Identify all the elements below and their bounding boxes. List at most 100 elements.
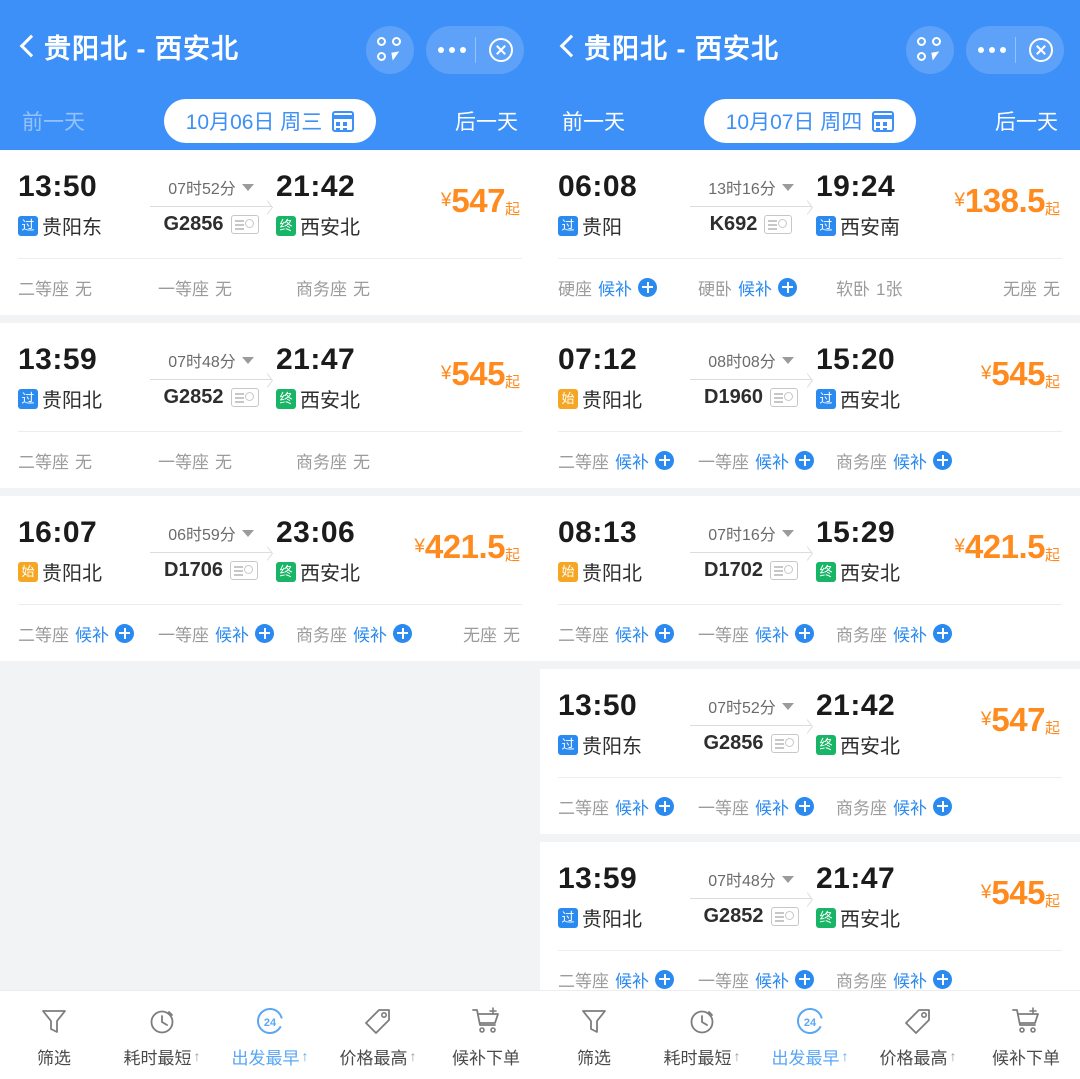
- duration[interactable]: 07时52分: [168, 175, 254, 199]
- add-waitlist-icon[interactable]: [655, 969, 674, 989]
- date-selector[interactable]: 10月07日 周四: [703, 99, 917, 143]
- close-icon[interactable]: [488, 38, 513, 62]
- seat-item[interactable]: 商务座 候补: [836, 967, 976, 992]
- seat-item[interactable]: 软卧 1张: [836, 275, 976, 300]
- add-waitlist-icon[interactable]: [795, 623, 814, 643]
- seat-item[interactable]: 二等座无: [18, 448, 158, 473]
- seat-item[interactable]: 一等座无: [158, 275, 296, 300]
- more-icon[interactable]: [977, 47, 1006, 53]
- date-selector[interactable]: 10月06日 周三: [163, 99, 377, 143]
- add-waitlist-icon[interactable]: [655, 450, 674, 470]
- add-waitlist-icon[interactable]: [795, 796, 814, 816]
- seat-class-label: 二等座: [18, 279, 69, 299]
- duration[interactable]: 07时48分: [168, 348, 254, 372]
- qr-scan-button[interactable]: [906, 26, 954, 74]
- toolbar-item-clock24[interactable]: 24 出发最早 ↑: [756, 1002, 864, 1069]
- price-block: ¥545起: [406, 343, 522, 390]
- toolbar-item-filter[interactable]: 筛选: [540, 1002, 648, 1069]
- seat-item[interactable]: 二等座 候补: [558, 448, 698, 473]
- seat-item[interactable]: 商务座 候补: [836, 448, 976, 473]
- add-waitlist-icon[interactable]: [933, 969, 952, 989]
- duration[interactable]: 08时08分: [708, 348, 794, 372]
- seat-item[interactable]: 无座无: [976, 275, 1062, 300]
- header-bar: 贵阳北 - 西安北 前一天 10月06日 周三 后一天: [0, 0, 540, 150]
- departure-badge: 过: [18, 215, 38, 236]
- seat-item[interactable]: 二等座 候补: [558, 794, 698, 819]
- add-waitlist-icon[interactable]: [255, 623, 274, 643]
- seat-item[interactable]: 商务座无: [296, 448, 436, 473]
- toolbar-item-filter[interactable]: 筛选: [0, 1002, 108, 1069]
- qr-scan-button[interactable]: [366, 26, 414, 74]
- duration[interactable]: 07时48分: [708, 867, 794, 891]
- add-waitlist-icon[interactable]: [638, 277, 657, 297]
- duration[interactable]: 13时16分: [708, 175, 794, 199]
- toolbar-item-label: 耗时最短 ↑: [124, 1044, 201, 1069]
- toolbar-item-price-tag[interactable]: 价格最高 ↑: [324, 1002, 432, 1069]
- add-waitlist-icon[interactable]: [115, 623, 134, 643]
- duration[interactable]: 06时59分: [168, 521, 254, 545]
- close-icon[interactable]: [1028, 38, 1053, 62]
- back-icon[interactable]: [554, 33, 580, 59]
- next-day-button[interactable]: 后一天: [995, 106, 1058, 136]
- seat-item[interactable]: 二等座无: [18, 275, 158, 300]
- train-card[interactable]: 07:12 始贵阳北 08时08分 D1960 15:20 过西安北 ¥545起 二等座 候补一…: [540, 323, 1080, 488]
- seat-item[interactable]: 二等座 候补: [18, 621, 158, 646]
- price-currency: ¥: [414, 536, 425, 557]
- arrival-badge: 终: [816, 734, 836, 755]
- seat-item[interactable]: 一等座 候补: [698, 967, 836, 992]
- seat-item[interactable]: 无座无: [436, 621, 522, 646]
- seat-item[interactable]: 商务座 候补: [296, 621, 436, 646]
- train-card[interactable]: 06:08 过贵阳 13时16分 K692 19:24 过西安南 ¥138.5起 硬座 候补 硬卧…: [540, 150, 1080, 315]
- departure-time: 13:59: [558, 862, 638, 895]
- train-number-text: G2852: [703, 905, 764, 927]
- seat-item[interactable]: 商务座 候补: [836, 794, 976, 819]
- cart-plus-icon: [1011, 1002, 1041, 1036]
- seat-item[interactable]: 一等座无: [158, 448, 296, 473]
- toolbar-item-cart-plus[interactable]: 候补下单: [972, 1002, 1080, 1069]
- add-waitlist-icon[interactable]: [393, 623, 412, 643]
- toolbar-item-clock24[interactable]: 24 出发最早 ↑: [216, 1002, 324, 1069]
- train-list[interactable]: 06:08 过贵阳 13时16分 K692 19:24 过西安南 ¥138.5起 硬座 候补 硬卧…: [540, 150, 1080, 1079]
- prev-day-button[interactable]: 前一天: [22, 106, 85, 136]
- seat-item[interactable]: 二等座 候补: [558, 621, 698, 646]
- add-waitlist-icon[interactable]: [933, 796, 952, 816]
- train-card[interactable]: 08:13 始贵阳北 07时16分 D1702 15:29 终西安北 ¥421.5起 二等座候…: [540, 496, 1080, 661]
- train-card[interactable]: 13:59 过贵阳北 07时48分 G2852 21:47 终西安北 ¥545起 二等座无一等…: [0, 323, 540, 488]
- seat-item[interactable]: 硬卧 候补: [698, 275, 836, 300]
- more-icon[interactable]: [437, 47, 466, 53]
- duration[interactable]: 07时52分: [708, 694, 794, 718]
- seat-item[interactable]: 商务座 候补: [836, 621, 976, 646]
- train-card[interactable]: 13:59 过贵阳北 07时48分 G2852 21:47 终西安北 ¥545起 二等座 候补一…: [540, 842, 1080, 1007]
- seat-item[interactable]: 一等座 候补: [698, 794, 836, 819]
- train-list[interactable]: 13:50 过贵阳东 07时52分 G2856 21:42 终西安北 ¥547起 二等座无一等…: [0, 150, 540, 1079]
- prev-day-button[interactable]: 前一天: [562, 106, 625, 136]
- toolbar-item-cart-plus[interactable]: 候补下单: [432, 1002, 540, 1069]
- add-waitlist-icon[interactable]: [795, 450, 814, 470]
- add-waitlist-icon[interactable]: [778, 277, 797, 297]
- next-day-button[interactable]: 后一天: [455, 106, 518, 136]
- toolbar-item-price-tag[interactable]: 价格最高 ↑: [864, 1002, 972, 1069]
- add-waitlist-icon[interactable]: [795, 969, 814, 989]
- seat-item[interactable]: 硬座 候补: [558, 275, 698, 300]
- arrival-station: 过西安南: [816, 211, 946, 240]
- seat-item[interactable]: 一等座 候补: [698, 448, 836, 473]
- add-waitlist-icon[interactable]: [933, 623, 952, 643]
- seat-item[interactable]: 一等座 候补: [158, 621, 296, 646]
- seat-status: 候补: [615, 625, 649, 645]
- back-icon[interactable]: [14, 33, 40, 59]
- add-waitlist-icon[interactable]: [933, 450, 952, 470]
- train-card[interactable]: 13:50 过贵阳东 07时52分 G2856 21:42 终西安北 ¥547起 二等座 候补一…: [540, 669, 1080, 834]
- add-waitlist-icon[interactable]: [655, 623, 674, 643]
- duration[interactable]: 07时16分: [708, 521, 794, 545]
- train-card[interactable]: 13:50 过贵阳东 07时52分 G2856 21:42 终西安北 ¥547起 二等座无一等…: [0, 150, 540, 315]
- toolbar-item-stopwatch[interactable]: 耗时最短 ↑: [108, 1002, 216, 1069]
- add-waitlist-icon[interactable]: [655, 796, 674, 816]
- seat-item[interactable]: 一等座 候补: [698, 621, 836, 646]
- arrival-badge: 终: [276, 561, 296, 582]
- seat-item[interactable]: 商务座无: [296, 275, 436, 300]
- train-card[interactable]: 16:07 始贵阳北 06时59分 D1706 23:06 终西安北 ¥421.5起 二等座候…: [0, 496, 540, 661]
- seat-class-label: 商务座: [296, 452, 347, 472]
- toolbar-item-stopwatch[interactable]: 耗时最短 ↑: [648, 1002, 756, 1069]
- seat-item[interactable]: 二等座 候补: [558, 967, 698, 992]
- price: ¥545起: [406, 357, 520, 390]
